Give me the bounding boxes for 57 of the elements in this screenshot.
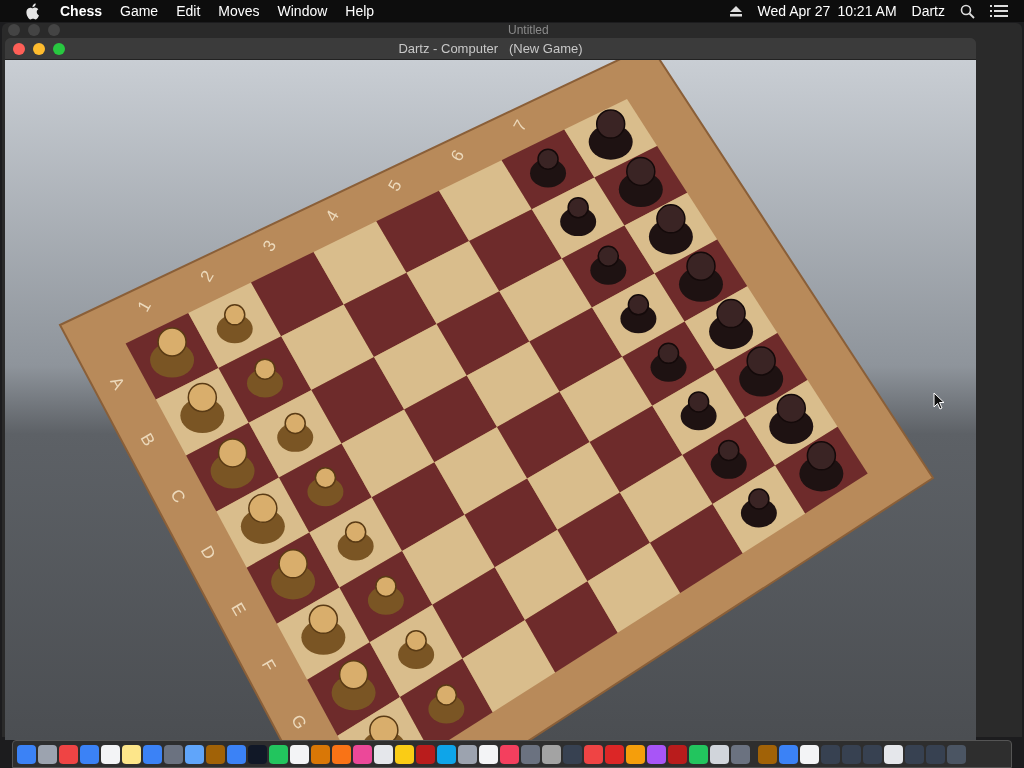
dock-window-thumbnail[interactable]	[842, 744, 861, 764]
app-icon[interactable]	[395, 744, 414, 764]
file-label: D	[196, 542, 220, 563]
file-label: A	[106, 373, 129, 393]
app-icon[interactable]	[290, 744, 309, 764]
zoom-button[interactable]	[53, 42, 65, 55]
app-icon[interactable]	[458, 744, 477, 764]
close-button[interactable]	[13, 42, 25, 55]
app-icon[interactable]	[269, 744, 288, 764]
app-icon[interactable]	[626, 744, 645, 764]
dock-window-thumbnail[interactable]	[821, 744, 840, 764]
app-icon[interactable]	[374, 744, 393, 764]
rank-label: 4	[321, 207, 343, 225]
dock-window-thumbnail[interactable]	[947, 744, 966, 764]
app-icon[interactable]	[101, 744, 120, 764]
file-label: B	[136, 429, 159, 450]
dock-window-thumbnail[interactable]	[905, 744, 924, 764]
app-icon[interactable]	[710, 744, 729, 764]
dock-window-thumbnail[interactable]	[800, 744, 819, 764]
user-menu[interactable]: Dartz	[911, 0, 945, 22]
window-title: Dartz - Computer (New Game)	[397, 39, 584, 58]
menu-item[interactable]: Help	[345, 0, 375, 22]
rank-label: 6	[447, 146, 469, 165]
dock-window-thumbnail[interactable]	[884, 744, 903, 764]
menu-time[interactable]: 10:21 AM	[837, 0, 897, 22]
rank-label: 5	[384, 176, 406, 195]
apple-logo-icon[interactable]	[24, 2, 40, 20]
rank-label: 3	[259, 237, 281, 255]
app-icon[interactable]	[542, 744, 561, 764]
dock-window-thumbnail[interactable]	[863, 744, 882, 764]
rank-label: 2	[196, 267, 218, 285]
app-icon[interactable]	[479, 744, 498, 764]
window-title: Untitled	[508, 24, 549, 37]
dock-window-thumbnail[interactable]	[779, 744, 798, 764]
file-label: E	[227, 599, 250, 619]
menu-date[interactable]: Wed Apr 27	[757, 0, 831, 22]
mouse-pointer-icon	[933, 392, 945, 410]
menu-item[interactable]: Edit	[176, 0, 201, 22]
file-label: C	[166, 486, 190, 507]
search-icon[interactable]	[960, 3, 975, 19]
app-icon[interactable]	[185, 744, 204, 764]
file-label: G	[287, 711, 311, 733]
eject-icon[interactable]	[730, 5, 743, 17]
app-icon[interactable]	[122, 744, 141, 764]
file-label: F	[257, 656, 280, 675]
rank-label: 7	[509, 116, 531, 135]
menu-item[interactable]: Window	[277, 0, 328, 22]
app-icon[interactable]	[38, 744, 57, 764]
minimize-button[interactable]	[33, 42, 45, 55]
app-icon[interactable]	[437, 744, 456, 764]
app-menu[interactable]: Chess	[60, 0, 103, 22]
menu-item[interactable]: Game	[120, 0, 159, 22]
menu-item[interactable]: Moves	[218, 0, 260, 22]
rank-label: 1	[133, 297, 155, 316]
app-icon[interactable]	[689, 744, 708, 764]
dock-window-thumbnail[interactable]	[926, 744, 945, 764]
list-icon[interactable]	[990, 4, 1008, 18]
